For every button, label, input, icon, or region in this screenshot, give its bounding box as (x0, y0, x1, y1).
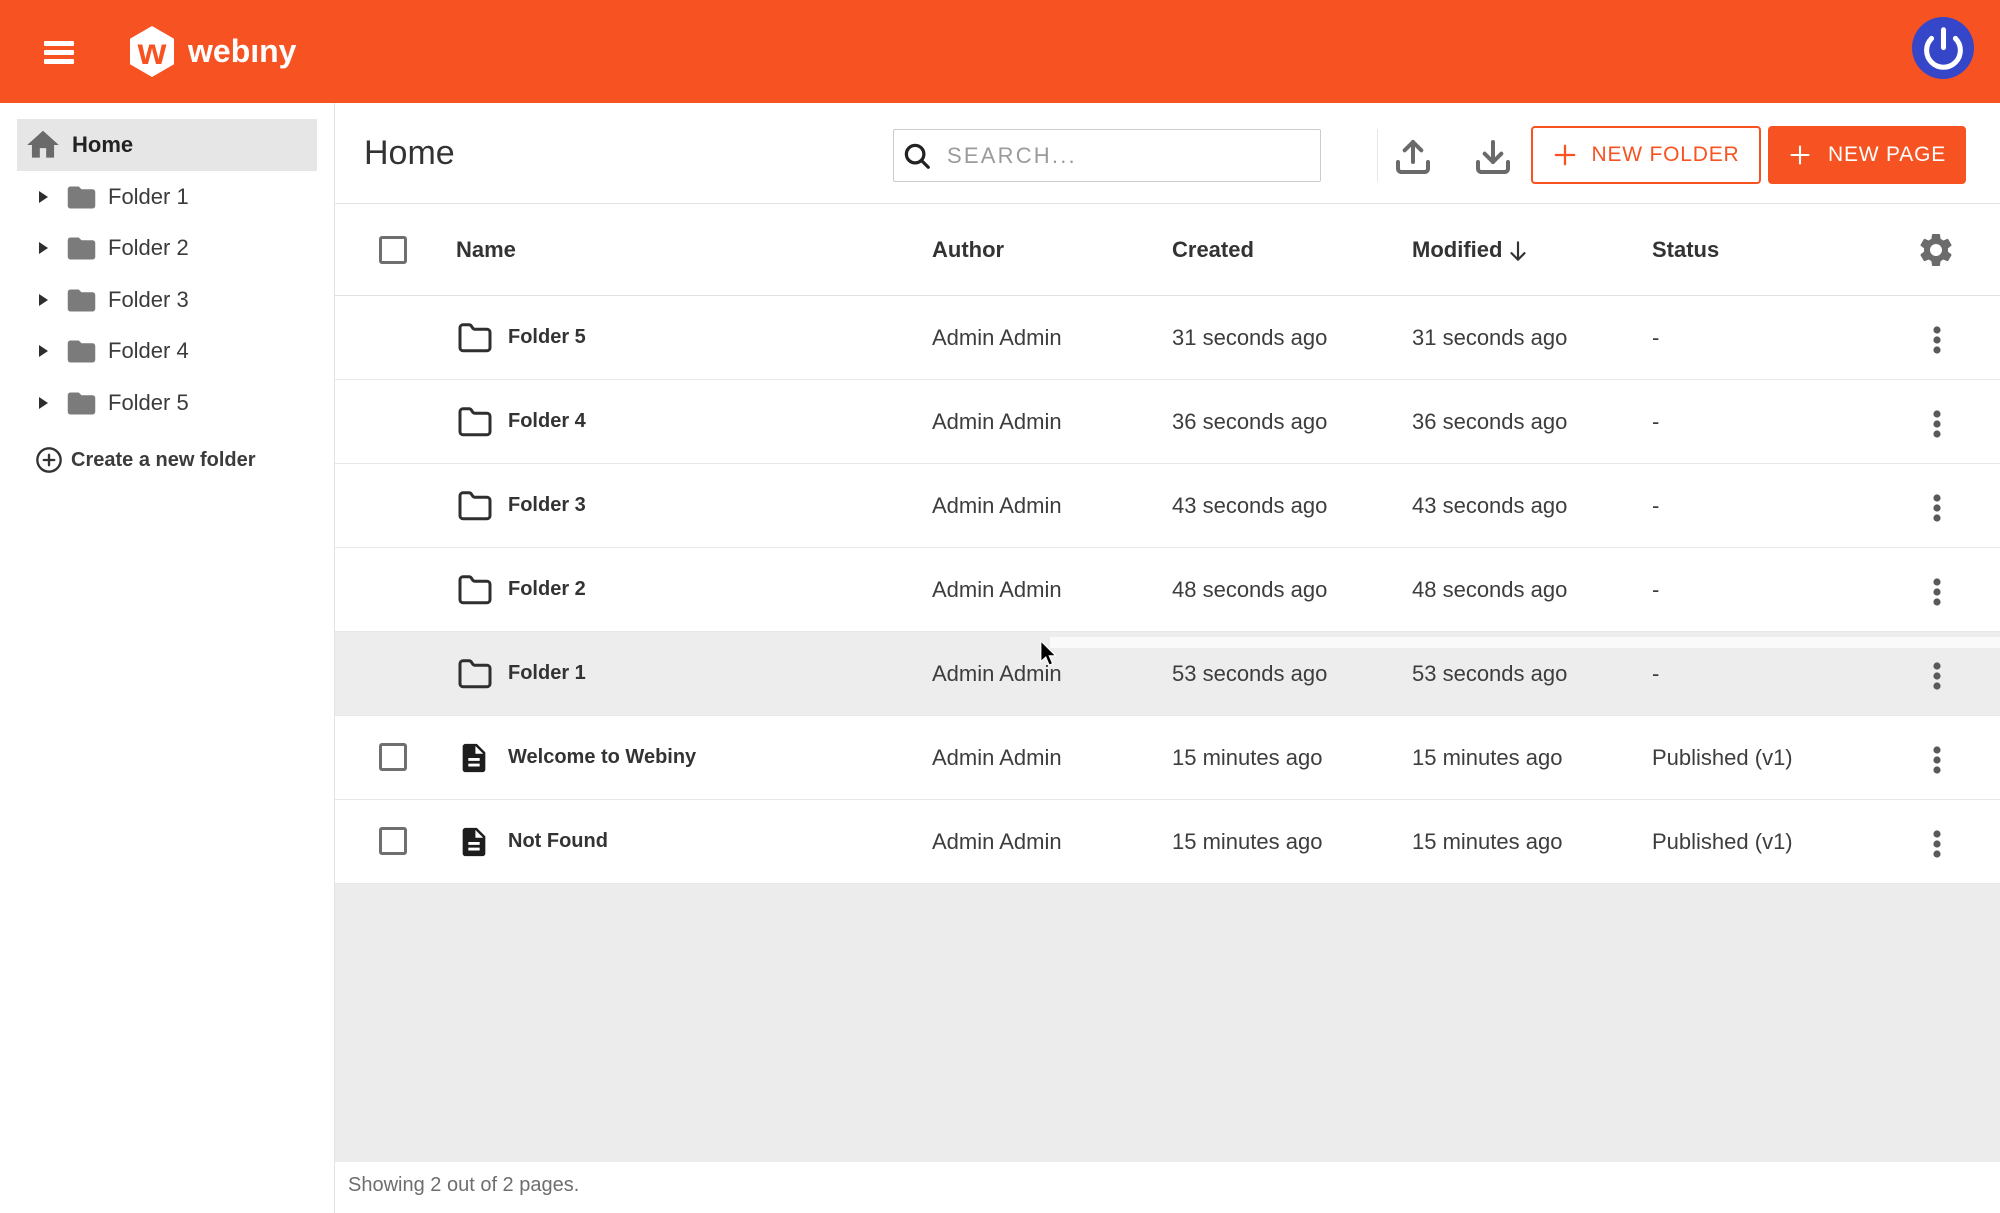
svg-text:w: w (137, 31, 167, 72)
